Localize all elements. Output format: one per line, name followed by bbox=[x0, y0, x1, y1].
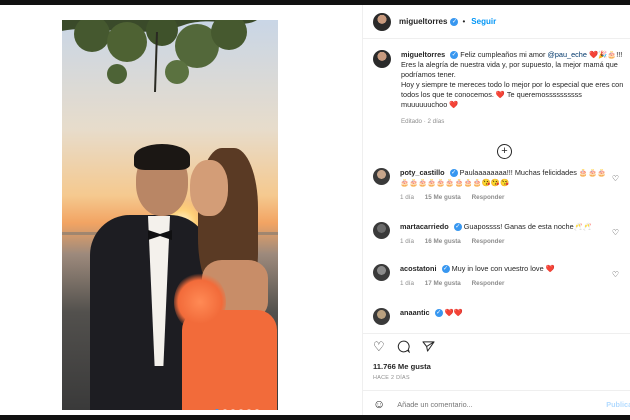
commenter-avatar[interactable] bbox=[373, 222, 390, 239]
comment-icon[interactable] bbox=[397, 340, 410, 356]
tree-branches bbox=[62, 20, 257, 93]
verified-badge-icon: ✓ bbox=[453, 223, 462, 232]
post-actions: ♡ 11.766 Me gusta HACE 2 DÍAS ☺ Publicar bbox=[363, 333, 630, 415]
post-time-ago: HACE 2 DÍAS bbox=[373, 375, 410, 381]
verified-badge-icon: ✓ bbox=[450, 17, 459, 26]
caption-mention-link[interactable]: @pau_eche bbox=[547, 50, 586, 59]
likes-count[interactable]: 11.766 Me gusta bbox=[373, 362, 431, 371]
verified-badge-icon: ✓ bbox=[449, 169, 458, 178]
comment-item: poty_castillo ✓ Paulaaaaaaaa!!! Muchas f… bbox=[373, 168, 625, 203]
author-username[interactable]: migueltorres bbox=[399, 17, 447, 26]
commenter-username[interactable]: anaantic bbox=[400, 308, 430, 317]
carousel-dot[interactable] bbox=[255, 409, 259, 410]
caption-body: migueltorres ✓ Feliz cumpleaños mi amor … bbox=[401, 50, 625, 127]
verified-badge-icon: ✓ bbox=[441, 265, 450, 274]
verified-badge-icon: ✓ bbox=[450, 51, 459, 60]
commenter-username[interactable]: poty_castillo bbox=[400, 168, 445, 177]
heart-icon[interactable]: ♡ bbox=[373, 340, 385, 356]
author-avatar[interactable] bbox=[373, 12, 391, 31]
comment-text: Guapossss! Ganas de esta noche🥂🥂 bbox=[463, 222, 592, 231]
comment-time: 1 día bbox=[400, 194, 415, 201]
action-icons: ♡ bbox=[373, 340, 435, 356]
comment-likes[interactable]: 15 Me gusta bbox=[425, 194, 461, 201]
post-media-panel bbox=[0, 5, 362, 415]
comment-item: anaantic ✓ ❤️❤️ bbox=[373, 308, 625, 325]
caption-text-3: Hoy y siempre te mereces todo lo mejor p… bbox=[401, 80, 624, 109]
comment-meta: 1 día 16 Me gusta Responder bbox=[400, 237, 608, 247]
plus-circle-icon[interactable]: + bbox=[497, 144, 512, 159]
carousel-dot[interactable] bbox=[247, 409, 251, 410]
comment-likes[interactable]: 16 Me gusta bbox=[425, 238, 461, 245]
comment-likes[interactable]: 17 Me gusta bbox=[425, 280, 461, 287]
comment-text: Muy in love con vuestro love ❤️ bbox=[451, 264, 555, 273]
carousel-dot[interactable] bbox=[231, 409, 235, 410]
comment-item: acostatoni ✓ Muy in love con vuestro lov… bbox=[373, 264, 625, 289]
follow-button[interactable]: Seguir bbox=[471, 17, 496, 26]
carousel-dot[interactable] bbox=[215, 409, 219, 410]
comment-time: 1 día bbox=[400, 238, 415, 245]
reply-button[interactable]: Responder bbox=[472, 194, 505, 201]
comment-item: martacarriedo ✓ Guapossss! Ganas de esta… bbox=[373, 222, 625, 247]
commenter-avatar[interactable] bbox=[373, 168, 390, 185]
carousel-dot[interactable] bbox=[223, 409, 227, 410]
comment-input[interactable] bbox=[395, 398, 580, 410]
commenter-avatar[interactable] bbox=[373, 264, 390, 281]
woman-face bbox=[190, 160, 228, 216]
comment-meta: 1 día 15 Me gusta Responder bbox=[400, 193, 608, 203]
commenter-username[interactable]: acostatoni bbox=[400, 264, 437, 273]
caption-edited-label: Editado · 2 días bbox=[401, 118, 445, 125]
post-photo[interactable] bbox=[62, 20, 278, 410]
share-icon[interactable] bbox=[422, 340, 435, 356]
post-header: migueltorres ✓ • Seguir bbox=[363, 5, 630, 39]
verified-badge-icon: ✓ bbox=[434, 309, 443, 318]
feather-accent bbox=[174, 272, 226, 332]
reply-button[interactable]: Responder bbox=[472, 280, 505, 287]
emoji-icon[interactable]: ☺ bbox=[373, 397, 385, 411]
comment-meta: 1 día 17 Me gusta Responder bbox=[400, 279, 608, 289]
comments-section[interactable]: migueltorres ✓ Feliz cumpleaños mi amor … bbox=[363, 38, 630, 333]
caption-avatar[interactable] bbox=[373, 50, 391, 68]
post-caption: migueltorres ✓ Feliz cumpleaños mi amor … bbox=[373, 50, 625, 127]
comment-time: 1 día bbox=[400, 280, 415, 287]
heart-icon[interactable]: ♡ bbox=[612, 228, 619, 237]
commenter-avatar[interactable] bbox=[373, 308, 390, 325]
heart-icon[interactable]: ♡ bbox=[612, 270, 619, 279]
publish-button[interactable]: Publicar bbox=[606, 400, 630, 409]
man-hair bbox=[134, 144, 190, 170]
carousel-dots bbox=[215, 409, 259, 410]
add-comment-row: ☺ Publicar bbox=[363, 390, 630, 415]
separator-dot: • bbox=[462, 17, 466, 26]
carousel-dot[interactable] bbox=[239, 409, 243, 410]
caption-username[interactable]: migueltorres bbox=[401, 50, 445, 59]
heart-icon[interactable]: ♡ bbox=[612, 174, 619, 183]
caption-text-1: Feliz cumpleaños mi amor bbox=[460, 50, 548, 59]
commenter-username[interactable]: martacarriedo bbox=[400, 222, 449, 231]
post-side-panel: migueltorres ✓ • Seguir migueltorres ✓ F… bbox=[362, 5, 630, 415]
comment-text: ❤️❤️ bbox=[444, 308, 463, 317]
reply-button[interactable]: Responder bbox=[472, 238, 505, 245]
post-modal: migueltorres ✓ • Seguir migueltorres ✓ F… bbox=[0, 5, 630, 415]
